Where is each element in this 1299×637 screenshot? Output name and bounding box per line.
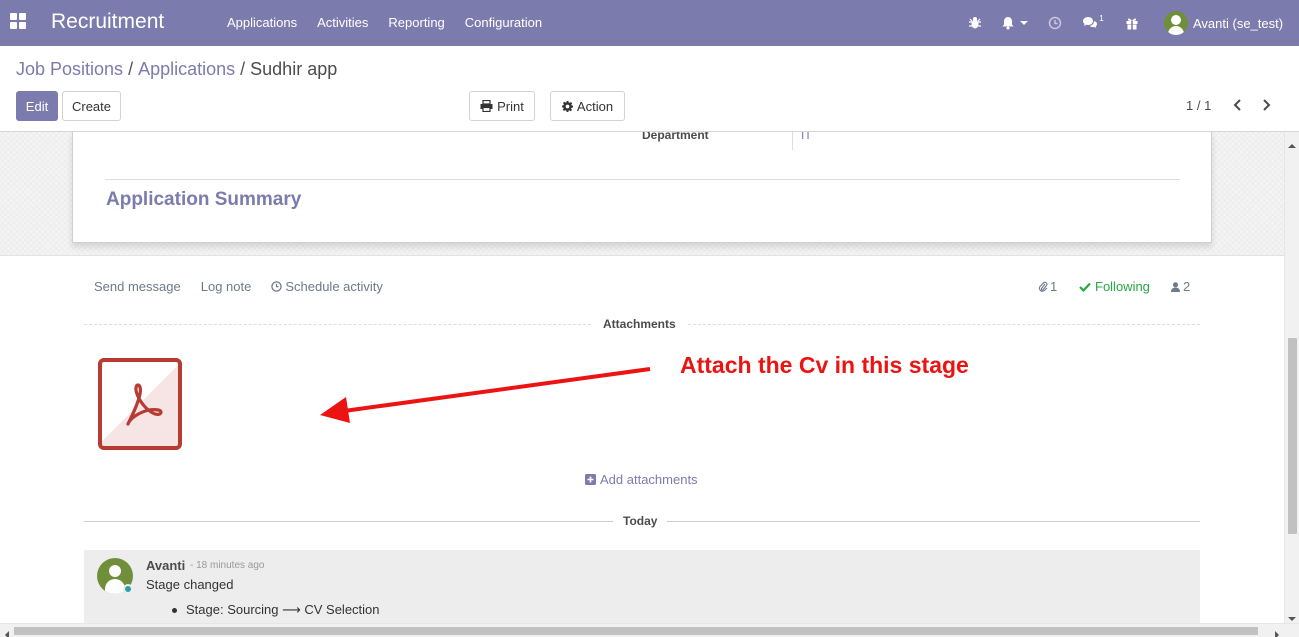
section-divider [105,179,1180,180]
gift-icon[interactable] [1123,0,1141,46]
user-avatar [1164,11,1188,35]
annotation-arrow-icon [320,367,651,423]
debug-bug-icon[interactable] [964,0,986,46]
form-sheet: Department IT Application Summary [72,132,1212,243]
check-icon [1079,282,1091,292]
following-button[interactable]: Following [1079,279,1150,294]
message-body: Stage changed [146,577,234,592]
horizontal-scroll-thumb[interactable] [14,627,1258,635]
menu-reporting[interactable]: Reporting [378,0,454,46]
application-summary-title: Application Summary [106,189,302,210]
chatter-message: Avanti - 18 minutes ago Stage changed St… [84,550,1200,623]
tracking-value: Stage: Sourcing ⟶ CV Selection [172,602,380,617]
plus-square-icon [585,474,596,485]
breadcrumb-separator: / [240,59,246,79]
gear-icon [561,100,573,112]
printer-icon [480,100,493,112]
user-menu[interactable]: Avanti (se_test) [1164,0,1288,46]
menu-applications[interactable]: Applications [217,0,307,46]
log-note-button[interactable]: Log note [201,279,252,294]
breadcrumb-applications[interactable]: Applications [138,59,235,79]
user-icon [1171,281,1180,292]
top-navbar: Recruitment Applications Activities Repo… [0,0,1299,46]
attachments-title: Attachments [593,317,686,331]
breadcrumb-separator: / [128,59,134,79]
message-date: - 18 minutes ago [190,560,265,571]
message-author[interactable]: Avanti [146,558,185,573]
app-title[interactable]: Recruitment [51,10,164,34]
scroll-left-icon[interactable] [4,627,10,637]
form-view: Department IT Application Summary Send m… [0,132,1284,623]
followers-button[interactable]: 2 [1171,279,1190,294]
create-button[interactable]: Create [62,91,121,121]
annotation-text: Attach the Cv in this stage [680,352,969,378]
breadcrumb-current: Sudhir app [250,59,338,79]
sheet-background: Department IT Application Summary [0,132,1284,256]
horizontal-scrollbar[interactable] [0,623,1299,637]
main-menu: Applications Activities Reporting Config… [217,0,552,46]
department-value[interactable]: IT [801,132,812,142]
presence-status-icon [123,584,133,594]
action-button[interactable]: Action [550,91,625,121]
breadcrumb-job-positions[interactable]: Job Positions [16,59,123,79]
user-name: Avanti (se_test) [1193,15,1284,31]
field-divider [792,132,793,150]
messaging-icon[interactable]: 1 [1080,0,1106,46]
scroll-right-icon[interactable] [1274,627,1280,637]
scroll-up-icon[interactable] [1288,137,1296,152]
action-label: Action [576,98,614,114]
print-label: Print [497,98,524,114]
add-attachments-label: Add attachments [600,472,698,487]
today-label: Today [613,514,668,528]
breadcrumb: Job Positions / Applications / Sudhir app [16,59,337,80]
apps-menu-icon[interactable] [10,13,26,29]
send-message-button[interactable]: Send message [94,279,181,294]
edit-button[interactable]: Edit [16,91,58,121]
paperclip-icon [1038,281,1048,292]
vertical-scrollbar[interactable] [1284,132,1299,623]
activity-clock-icon[interactable] [1045,0,1065,46]
clock-icon [271,281,283,292]
pager-next-icon[interactable] [1261,98,1275,114]
menu-activities[interactable]: Activities [307,0,378,46]
attachment-count: 1 [1050,279,1058,294]
attachments-toggle[interactable]: 1 [1038,279,1057,294]
notifications-bell-icon[interactable] [996,0,1032,46]
chatter-topbar: Send message Log note Schedule activity [94,279,383,294]
vertical-scroll-thumb[interactable] [1288,338,1297,534]
schedule-activity-label: Schedule activity [285,279,383,294]
department-label: Department [642,132,709,142]
schedule-activity-button[interactable]: Schedule activity [271,279,383,294]
pager-value[interactable]: 1 / 1 [1186,98,1211,113]
messages-count-badge: 1 [1099,13,1104,23]
print-button[interactable]: Print [469,91,535,121]
followers-count: 2 [1183,279,1191,294]
pdf-attachment-icon[interactable] [98,358,182,450]
control-panel: Job Positions / Applications / Sudhir app Ed… [0,46,1299,132]
pager-previous-icon[interactable] [1233,98,1247,114]
following-label: Following [1095,279,1150,294]
add-attachments-button[interactable]: Add attachments [585,472,698,487]
menu-configuration[interactable]: Configuration [455,0,552,46]
